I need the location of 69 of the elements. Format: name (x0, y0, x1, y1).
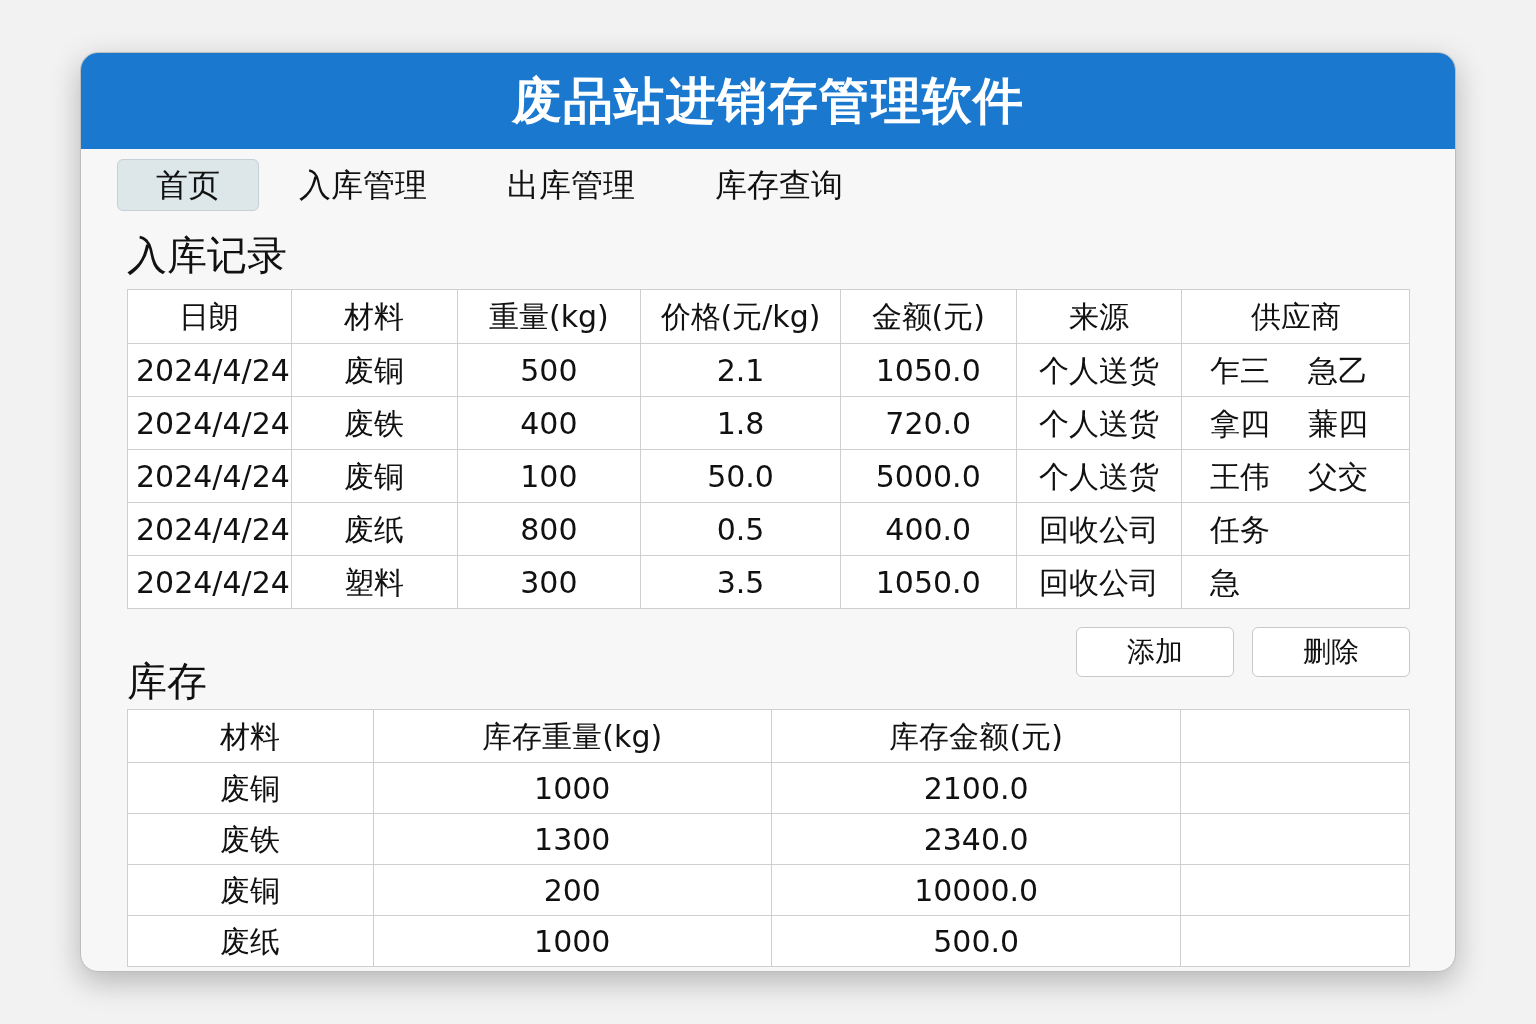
table-cell: 500 (457, 343, 641, 397)
table-cell: 废铁 (127, 813, 374, 865)
supplier-name: 父交 (1308, 457, 1369, 496)
table-cell: 个人送货 (1016, 343, 1182, 397)
section-title: 库存 (127, 657, 207, 705)
table-cell: 2024/4/24 (127, 449, 292, 503)
column-header: 日朗 (127, 289, 292, 344)
table-cell: 400.0 (840, 502, 1017, 556)
nav-tab[interactable]: 出库管理 (507, 159, 635, 211)
table-cell: 3.5 (640, 555, 841, 609)
table-cell: 1000 (373, 762, 772, 814)
table-cell: 5000.0 (840, 449, 1017, 503)
table-cell: 个人送货 (1016, 396, 1182, 450)
column-header: 价格(元/kg) (640, 289, 841, 344)
table-cell: 500.0 (771, 915, 1181, 967)
supplier-name: 拿四 (1210, 404, 1271, 443)
nav-tab[interactable]: 首页 (117, 159, 259, 211)
table-cell: 回收公司 (1016, 555, 1182, 609)
table-cell: 废铜 (291, 449, 458, 503)
table-cell: 个人送货 (1016, 449, 1182, 503)
column-header: 库存重量(kg) (373, 709, 772, 763)
section-title: 入库记录 (127, 231, 288, 280)
supplier-name: 急乙 (1308, 351, 1369, 390)
table-cell: 720.0 (840, 396, 1017, 450)
supplier-name: 乍三 (1210, 351, 1271, 390)
table-cell: 1050.0 (840, 343, 1017, 397)
table-cell: 回收公司 (1016, 502, 1182, 556)
column-header: 材料 (291, 289, 458, 344)
column-header: 供应商 (1181, 289, 1410, 344)
table-cell: 2024/4/24 (127, 555, 292, 609)
column-header: 重量(kg) (457, 289, 641, 344)
window-title: 废品站进销存管理软件 (511, 70, 1025, 132)
table-cell: 废铜 (127, 762, 374, 814)
column-header: 库存金额(元) (771, 709, 1181, 763)
table-cell: 废纸 (127, 915, 374, 967)
table-cell: 200 (373, 864, 772, 916)
table-cell: 100 (457, 449, 641, 503)
table-cell: 1300 (373, 813, 772, 865)
table-cell: 塑料 (291, 555, 458, 609)
action-button[interactable]: 删除 (1252, 627, 1410, 677)
nav-tab[interactable]: 库存查询 (715, 159, 843, 211)
supplier-name: 蒹四 (1308, 404, 1369, 443)
table-cell: 50.0 (640, 449, 841, 503)
table-cell: 800 (457, 502, 641, 556)
table-cell: 废纸 (291, 502, 458, 556)
table-cell: 400 (457, 396, 641, 450)
nav-tab[interactable]: 入库管理 (299, 159, 427, 211)
table-cell: 废铁 (291, 396, 458, 450)
table-cell: 2.1 (640, 343, 841, 397)
supplier-name: 任务 (1210, 510, 1271, 549)
action-button[interactable]: 添加 (1076, 627, 1234, 677)
table-cell: 废铜 (127, 864, 374, 916)
column-header: 来源 (1016, 289, 1182, 344)
table-cell: 1.8 (640, 396, 841, 450)
table-cell: 废铜 (291, 343, 458, 397)
table-cell: 0.5 (640, 502, 841, 556)
table-cell: 1000 (373, 915, 772, 967)
table-cell: 10000.0 (771, 864, 1181, 916)
table-cell: 2024/4/24 (127, 502, 292, 556)
table-cell: 2024/4/24 (127, 396, 292, 450)
table-cell: 1050.0 (840, 555, 1017, 609)
table-cell: 2024/4/24 (127, 343, 292, 397)
table-cell: 2340.0 (771, 813, 1181, 865)
column-header: 金额(元) (840, 289, 1017, 344)
table-cell: 2100.0 (771, 762, 1181, 814)
supplier-name: 急 (1210, 563, 1241, 602)
column-header: 材料 (127, 709, 374, 763)
table-cell: 300 (457, 555, 641, 609)
supplier-name: 王伟 (1210, 457, 1271, 496)
